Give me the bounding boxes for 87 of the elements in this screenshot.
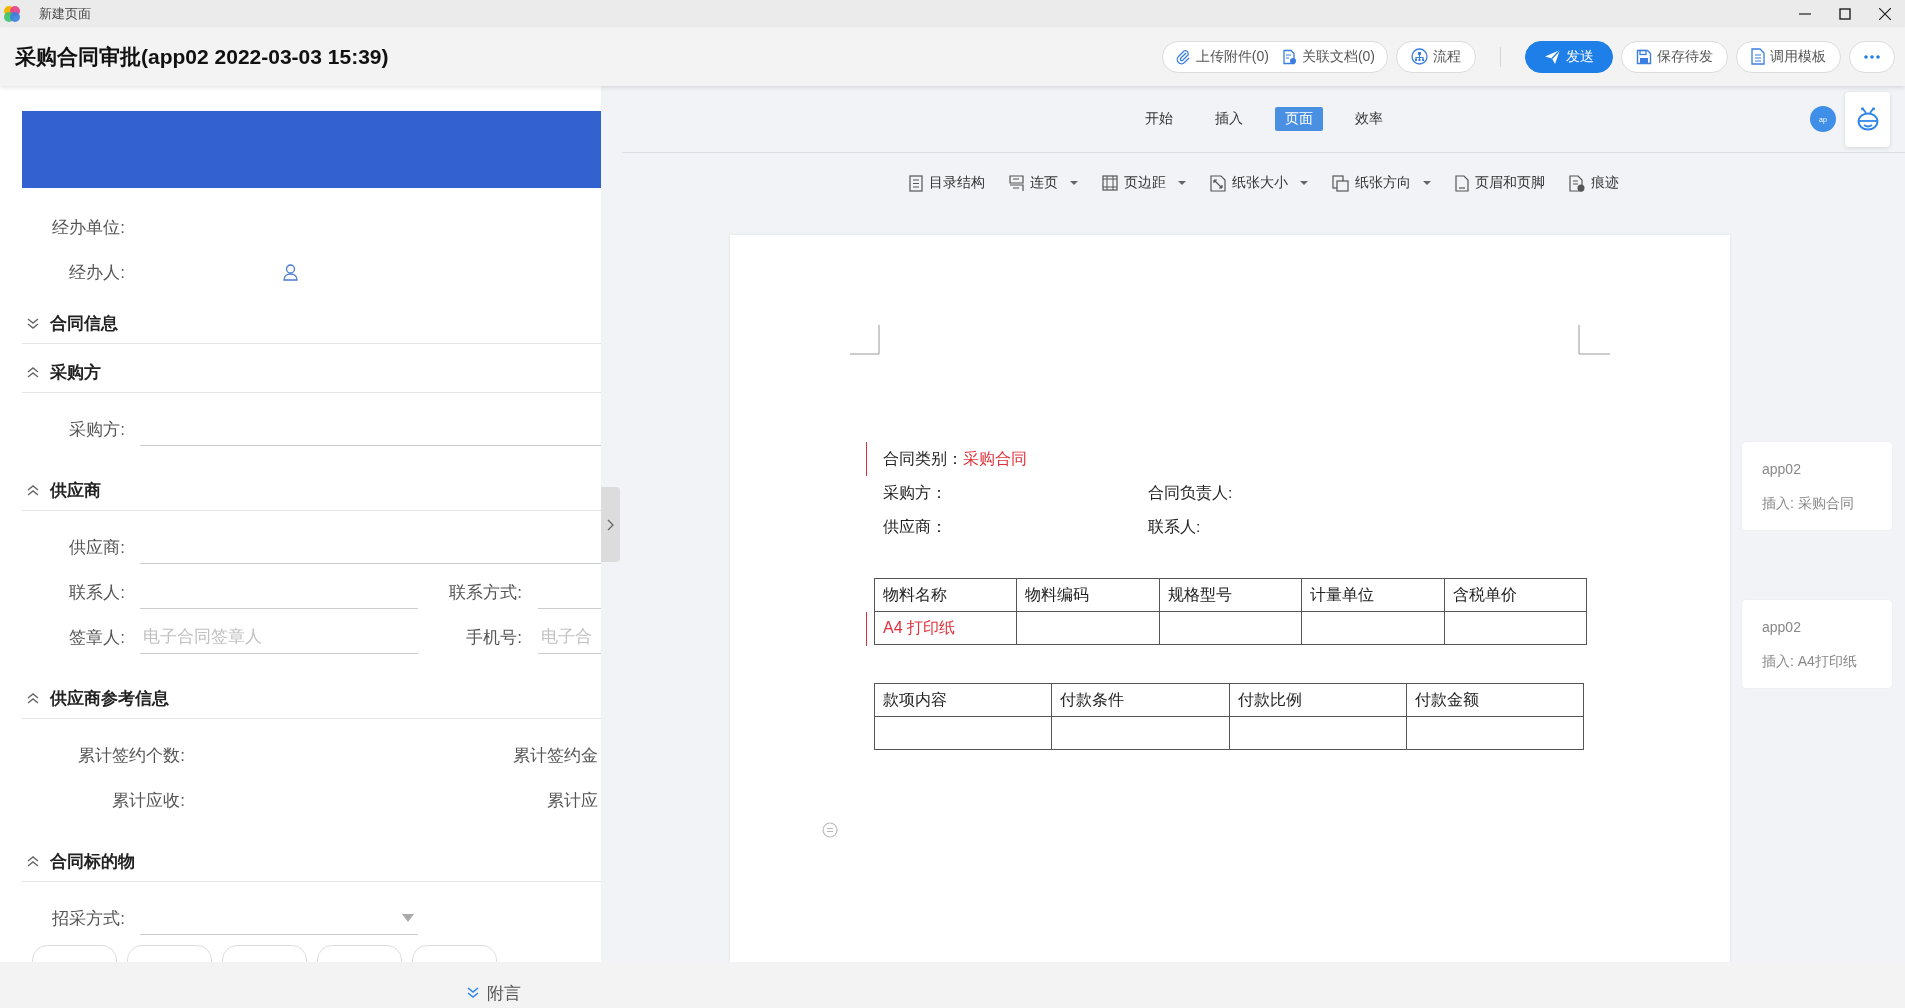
toolbar-button[interactable]: 纸张大小 xyxy=(1209,174,1308,192)
toolbar-button[interactable]: 纸张方向 xyxy=(1331,174,1431,192)
double-chevron-down-icon xyxy=(467,987,479,999)
field-label: 累计应收: xyxy=(111,790,185,812)
table-header-cell: 付款金额 xyxy=(1406,683,1584,717)
field-label: 联系方式: xyxy=(448,582,523,604)
crop-mark xyxy=(850,325,880,355)
field-label: 供应商: xyxy=(68,537,126,559)
field-label: 采购方： xyxy=(883,482,947,503)
action-button[interactable]: 关联文档(0) xyxy=(1274,42,1381,71)
action-button[interactable]: 上传附件(0) xyxy=(1168,42,1275,71)
table-header-cell: 物料编码 xyxy=(1016,578,1160,612)
table-header-cell: 计量单位 xyxy=(1301,578,1445,612)
field-label: 累计签约个数: xyxy=(77,745,185,767)
action-button[interactable]: 调用模板 xyxy=(1736,40,1841,73)
toolbar-button[interactable]: 痕迹 xyxy=(1568,174,1619,192)
section-title: 合同信息 xyxy=(50,312,118,335)
more-button[interactable] xyxy=(1849,40,1895,73)
maximize-icon[interactable] xyxy=(1839,7,1851,20)
paragraph-mark-icon xyxy=(822,822,838,838)
crop-mark xyxy=(1578,325,1610,355)
field-label: 累计应 xyxy=(546,790,599,812)
document-icon xyxy=(1568,174,1585,192)
field-label: 联系人: xyxy=(1148,516,1201,537)
list-icon xyxy=(908,174,923,192)
toolbar-button[interactable]: 页眉和页脚 xyxy=(1454,174,1545,192)
save-icon xyxy=(1636,48,1652,65)
document-icon xyxy=(1454,174,1469,192)
comment-author: app02 xyxy=(1762,460,1802,479)
section-title: 供应商 xyxy=(50,479,101,502)
field-label: 采购方: xyxy=(68,419,126,441)
table-header-cell: 付款比例 xyxy=(1229,683,1407,717)
field-label: 手机号: xyxy=(465,627,523,649)
comment-text: 插入: 采购合同 xyxy=(1762,494,1855,513)
caret-icon xyxy=(402,914,414,922)
toolbar-button[interactable]: 页边距 xyxy=(1101,174,1186,192)
chevron-right-icon xyxy=(607,518,614,531)
robot-icon xyxy=(1855,107,1880,131)
document-icon xyxy=(1751,48,1765,65)
field-label: 供应商： xyxy=(883,516,947,537)
more-icon xyxy=(1864,54,1880,59)
assistant-button[interactable] xyxy=(1845,91,1890,147)
action-button[interactable]: 流程 xyxy=(1396,40,1476,73)
table-header-cell: 付款条件 xyxy=(1051,683,1229,717)
section-title: 供应商参考信息 xyxy=(50,687,169,710)
remarks-toggle[interactable]: 附言 xyxy=(467,978,521,1008)
field-label: 招采方式: xyxy=(51,908,126,930)
field-label: 经办单位: xyxy=(51,217,126,239)
paper-plane-icon xyxy=(1544,48,1561,65)
field-value: 采购合同 xyxy=(963,448,1027,469)
close-icon[interactable] xyxy=(1879,7,1891,20)
field-label: 累计签约金 xyxy=(512,745,599,767)
pages-icon xyxy=(1331,174,1349,192)
paperclip-icon xyxy=(1174,48,1191,65)
action-button[interactable]: 发送 xyxy=(1525,40,1613,73)
table-header-cell: 含税单价 xyxy=(1444,578,1587,612)
ribbon-tab[interactable]: 效率 xyxy=(1344,107,1393,131)
resize-icon xyxy=(1209,174,1226,192)
table-header-cell: 规格型号 xyxy=(1159,578,1302,612)
section-title: 合同标的物 xyxy=(50,850,135,873)
field-label: 合同负责人: xyxy=(1148,482,1233,503)
flow-icon xyxy=(1411,48,1428,65)
table-header-cell: 款项内容 xyxy=(874,683,1052,717)
comment-card[interactable]: app02 插入: 采购合同 xyxy=(1742,442,1892,530)
table-cell: A4 打印纸 xyxy=(874,611,1017,645)
field-label: 签章人: xyxy=(68,627,126,649)
table-header-cell: 物料名称 xyxy=(874,578,1017,612)
toolbar-button[interactable]: 连页 xyxy=(1008,174,1078,192)
window-title: 新建页面 xyxy=(39,4,91,23)
action-button[interactable]: 保存待发 xyxy=(1621,40,1728,73)
app-logo-icon xyxy=(3,4,21,23)
section-title: 采购方 xyxy=(50,361,101,384)
ribbon-tab[interactable]: 开始 xyxy=(1134,107,1183,131)
document-icon xyxy=(1280,48,1297,65)
field-label: 联系人: xyxy=(68,582,126,604)
page-title: 采购合同审批(app02 2022-03-03 15:39) xyxy=(15,43,389,70)
comment-text: 插入: A4打印纸 xyxy=(1762,652,1858,671)
toolbar-button[interactable]: 目录结构 xyxy=(908,174,985,192)
comment-card[interactable]: app02 插入: A4打印纸 xyxy=(1742,600,1892,688)
field-label: 经办人: xyxy=(68,262,126,284)
comment-author: app02 xyxy=(1762,618,1802,637)
collapse-handle[interactable] xyxy=(601,487,620,562)
ribbon-tab[interactable]: 插入 xyxy=(1204,107,1253,131)
page-icon xyxy=(1008,174,1024,192)
field-label: 合同类别： xyxy=(883,448,963,469)
person-icon[interactable] xyxy=(283,264,298,281)
grid-icon xyxy=(1101,175,1118,191)
